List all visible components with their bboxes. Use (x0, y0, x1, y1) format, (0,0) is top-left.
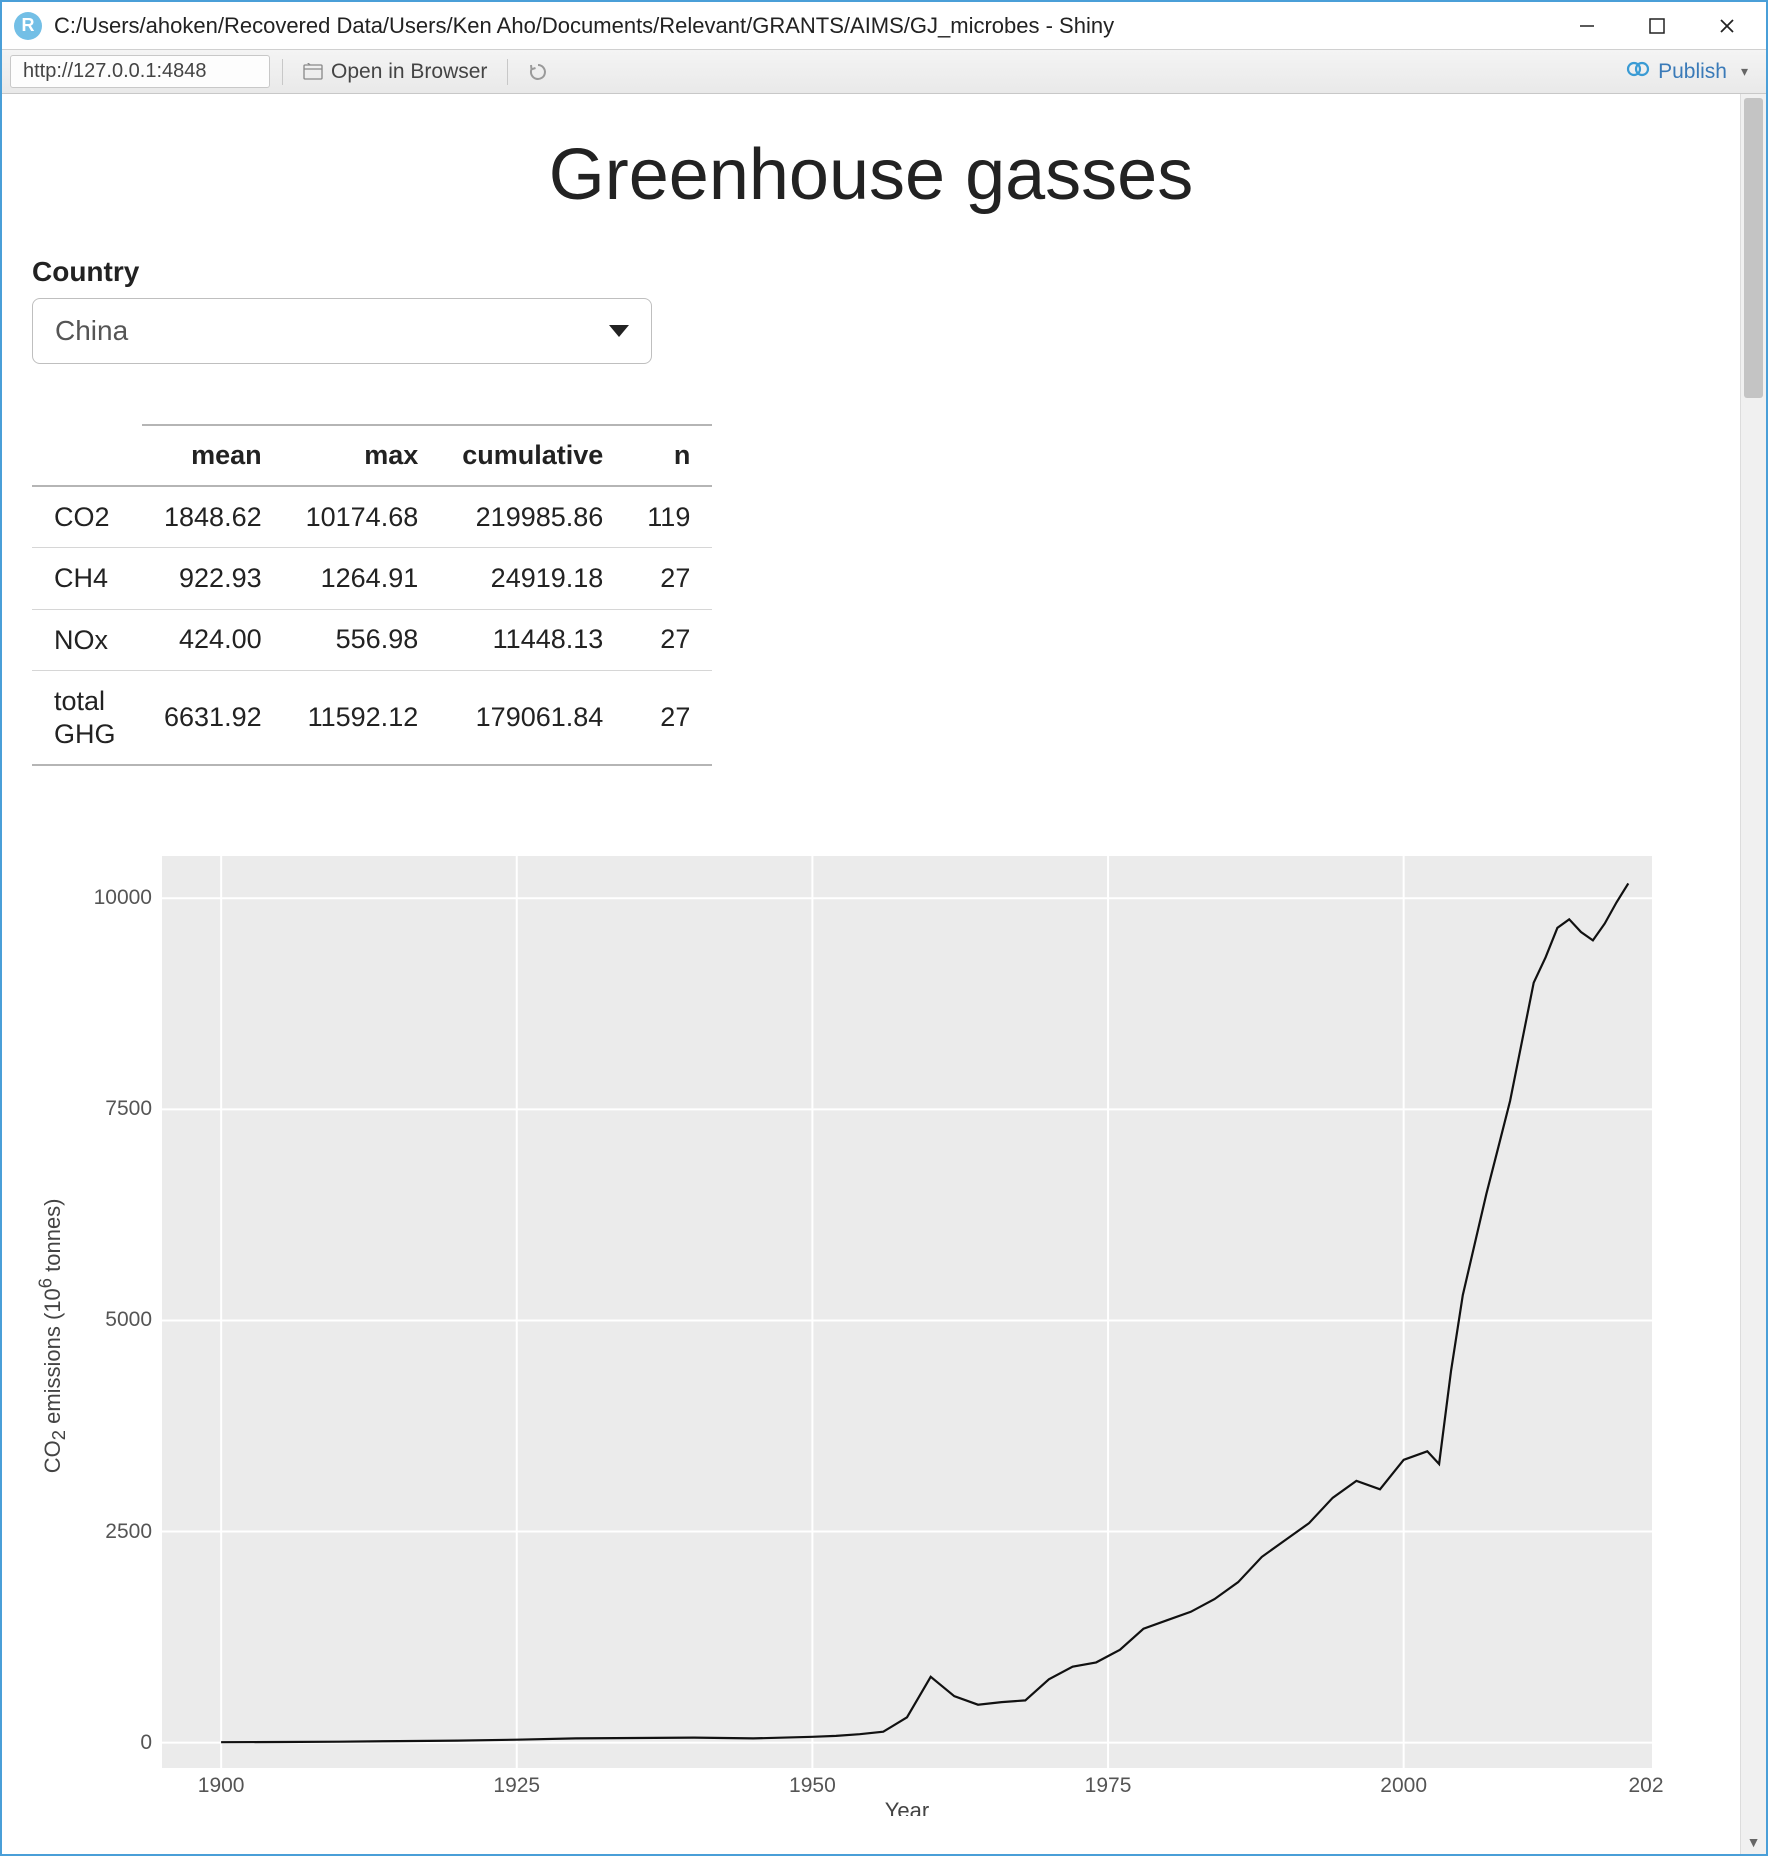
cell-n: 27 (625, 609, 712, 670)
cell-max: 10174.68 (284, 486, 441, 548)
row-label: CO2 (32, 486, 142, 548)
publish-button[interactable]: Publish ▾ (1616, 55, 1758, 89)
cell-mean: 1848.62 (142, 486, 284, 548)
cell-max: 11592.12 (284, 671, 441, 765)
vertical-scrollbar[interactable]: ▼ (1740, 94, 1766, 1854)
open-in-browser-button[interactable]: Open in Browser (295, 56, 495, 88)
chevron-down-icon (609, 325, 629, 337)
th-cum: cumulative (440, 425, 625, 486)
toolbar-separator (282, 59, 283, 85)
th-n: n (625, 425, 712, 486)
scroll-down-arrow[interactable]: ▼ (1741, 1830, 1766, 1854)
page-title: Greenhouse gasses (32, 134, 1710, 216)
x-tick-label: 1925 (493, 1774, 540, 1798)
reload-button[interactable] (520, 58, 556, 86)
titlebar: R C:/Users/ahoken/Recovered Data/Users/K… (2, 2, 1766, 50)
x-tick-label: 202 (1628, 1774, 1663, 1798)
th-blank (32, 425, 142, 486)
row-label: CH4 (32, 548, 142, 609)
cell-mean: 424.00 (142, 609, 284, 670)
y-tick-label: 0 (140, 1731, 152, 1755)
window-title: C:/Users/ahoken/Recovered Data/Users/Ken… (54, 13, 1552, 39)
cell-n: 27 (625, 671, 712, 765)
y-tick-label: 10000 (94, 886, 152, 910)
cell-n: 27 (625, 548, 712, 609)
country-value: China (55, 315, 128, 347)
x-ticks: 19001925195019752000202 (162, 1768, 1652, 1798)
table-row: CH4922.931264.9124919.1827 (32, 548, 712, 609)
country-select[interactable]: China (32, 298, 652, 364)
y-tick-label: 2500 (105, 1520, 152, 1544)
y-tick-label: 7500 (105, 1097, 152, 1121)
cell-n: 119 (625, 486, 712, 548)
open-in-browser-label: Open in Browser (331, 60, 487, 84)
cell-cum: 11448.13 (440, 609, 625, 670)
close-button[interactable] (1692, 4, 1762, 48)
url-field[interactable]: http://127.0.0.1:4848 (10, 55, 270, 88)
co2-chart: CO2 emissions (106 tonnes) 0 2500 5000 7500… (32, 856, 1652, 1816)
publish-icon (1626, 59, 1650, 85)
cell-max: 556.98 (284, 609, 441, 670)
minimize-button[interactable] (1552, 4, 1622, 48)
country-label: Country (32, 256, 1710, 288)
r-logo-icon: R (14, 12, 42, 40)
y-ticks: 0 2500 5000 7500 10000 (72, 856, 162, 1816)
reload-icon (528, 62, 548, 82)
publish-label: Publish (1658, 60, 1727, 84)
x-tick-label: 1975 (1085, 1774, 1132, 1798)
row-label: NOx (32, 609, 142, 670)
publish-dropdown-caret[interactable]: ▾ (1741, 63, 1748, 80)
page-content: Greenhouse gasses Country China mean max… (2, 94, 1740, 1854)
x-tick-label: 2000 (1380, 1774, 1427, 1798)
cell-mean: 922.93 (142, 548, 284, 609)
app-window: R C:/Users/ahoken/Recovered Data/Users/K… (0, 0, 1768, 1856)
cell-cum: 24919.18 (440, 548, 625, 609)
th-max: max (284, 425, 441, 486)
table-row: NOx424.00556.9811448.1327 (32, 609, 712, 670)
y-axis-label: CO2 emissions (106 tonnes) (34, 1199, 70, 1474)
table-header-row: mean max cumulative n (32, 425, 712, 486)
table-row: CO21848.6210174.68219985.86119 (32, 486, 712, 548)
stats-table: mean max cumulative n CO21848.6210174.68… (32, 424, 712, 766)
th-mean: mean (142, 425, 284, 486)
plot-area (162, 856, 1652, 1768)
cell-mean: 6631.92 (142, 671, 284, 765)
cell-cum: 219985.86 (440, 486, 625, 548)
scrollbar-thumb[interactable] (1744, 98, 1763, 398)
toolbar: http://127.0.0.1:4848 Open in Browser Pu… (2, 50, 1766, 94)
row-label: total GHG (32, 671, 142, 765)
cell-max: 1264.91 (284, 548, 441, 609)
browser-icon (303, 62, 323, 82)
cell-cum: 179061.84 (440, 671, 625, 765)
toolbar-separator (507, 59, 508, 85)
x-tick-label: 1900 (198, 1774, 245, 1798)
maximize-button[interactable] (1622, 4, 1692, 48)
x-tick-label: 1950 (789, 1774, 836, 1798)
table-row: total GHG6631.9211592.12179061.8427 (32, 671, 712, 765)
x-axis-label: Year (162, 1798, 1652, 1816)
y-tick-label: 5000 (105, 1308, 152, 1332)
